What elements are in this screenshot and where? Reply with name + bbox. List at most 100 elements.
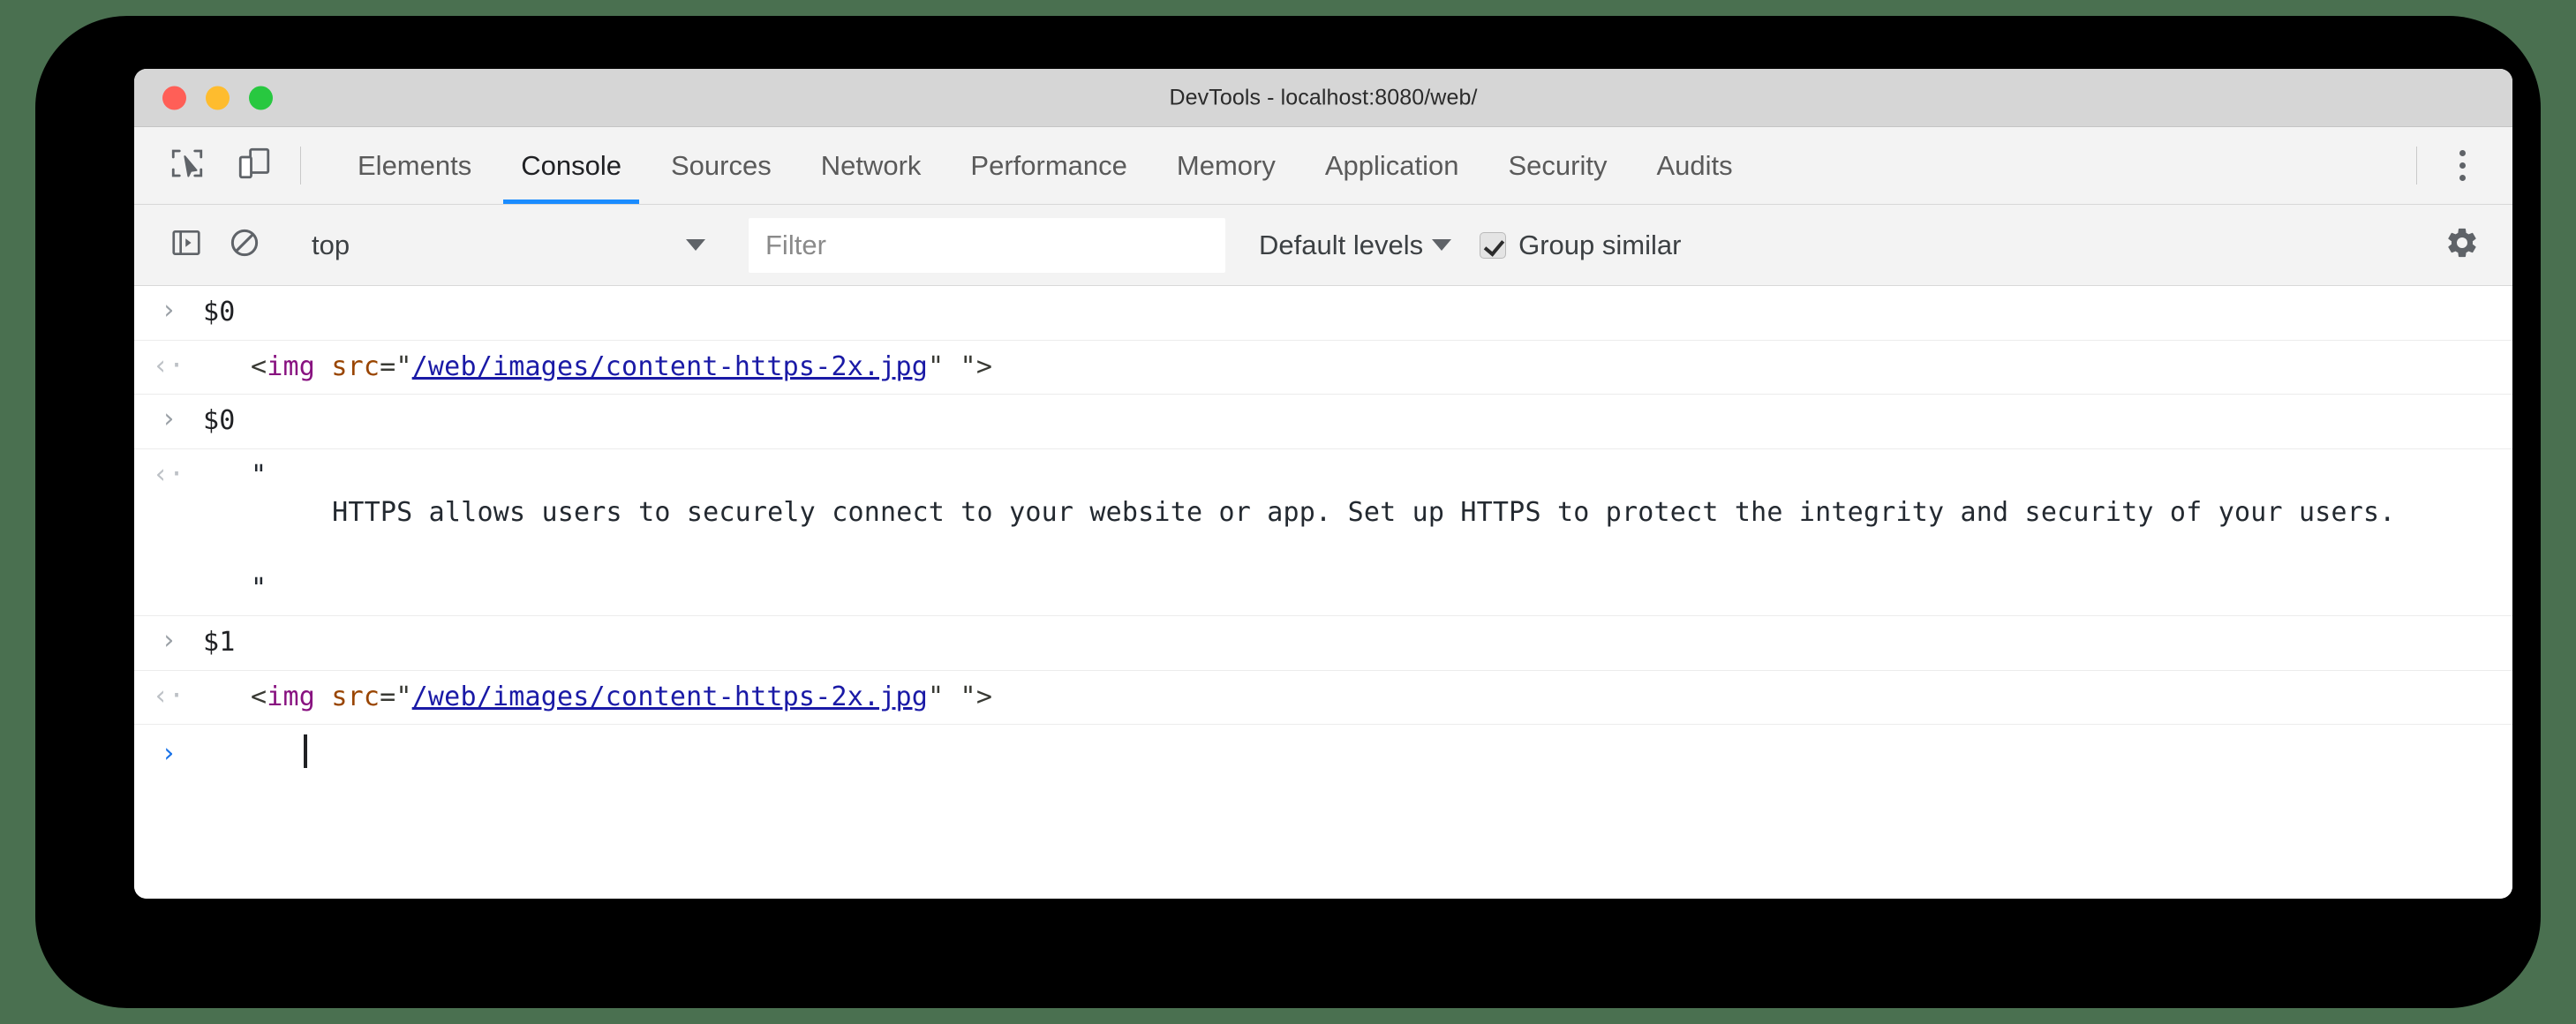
tab-label: Performance — [970, 149, 1127, 181]
tab-security[interactable]: Security — [1484, 127, 1632, 204]
console-input-row[interactable]: › $0 — [134, 286, 2512, 341]
html-space — [315, 681, 331, 712]
devtools-window: DevTools - localhost:8080/web/ Elements … — [134, 69, 2512, 899]
console-row-gutter: › — [134, 624, 203, 657]
log-levels-value: Default levels — [1259, 229, 1424, 260]
html-attr-name: src — [331, 681, 380, 712]
console-output-row[interactable]: ‹· " HTTPS allows users to securely conn… — [134, 449, 2512, 617]
input-chevron-icon: › — [160, 295, 177, 326]
tab-performance[interactable]: Performance — [945, 127, 1151, 204]
chevron-down-icon — [1432, 239, 1452, 251]
more-options-icon — [2459, 150, 2466, 181]
group-similar-label: Group similar — [1518, 229, 1682, 260]
output-chevron-icon: ‹· — [152, 458, 185, 490]
console-output-html: <img src="/web/images/content-https-2x.j… — [203, 349, 2512, 387]
html-end-bracket: > — [975, 681, 993, 712]
tab-network[interactable]: Network — [796, 127, 946, 204]
gear-icon — [2444, 225, 2480, 265]
console-output-string: " HTTPS allows users to securely connect… — [203, 457, 2512, 607]
tab-label: Memory — [1176, 149, 1276, 181]
html-attr-name: src — [331, 350, 380, 382]
more-options-button[interactable] — [2429, 127, 2495, 204]
tab-label: Security — [1508, 149, 1608, 181]
html-open-bracket: < — [251, 350, 267, 382]
checkbox-checked-icon — [1480, 231, 1507, 259]
html-attr-close-quote: " — [928, 681, 945, 712]
devtools-tab-bar: Elements Console Sources Network Perform… — [134, 127, 2512, 205]
tab-label: Console — [521, 149, 621, 181]
console-input-row[interactable]: › $0 — [134, 395, 2512, 449]
toggle-device-toolbar-icon — [236, 145, 273, 186]
tab-label: Sources — [670, 149, 772, 181]
inspect-element-icon — [169, 145, 206, 186]
console-toolbar: top Default levels Group similar — [134, 205, 2512, 286]
tab-label: Application — [1324, 149, 1459, 181]
toolbar-divider — [300, 147, 301, 184]
html-open-bracket: < — [251, 681, 267, 712]
input-chevron-icon: › — [160, 625, 177, 657]
window-title: DevTools - localhost:8080/web/ — [1169, 85, 1478, 109]
tab-elements[interactable]: Elements — [333, 127, 496, 204]
console-input-row[interactable]: › $1 — [134, 616, 2512, 671]
html-attr-eq: =" — [380, 350, 412, 382]
console-message-list[interactable]: › $0 ‹· <img src="/web/images/content-ht… — [134, 286, 2512, 899]
toggle-device-toolbar-button[interactable] — [221, 127, 288, 204]
panel-tabs: Elements Console Sources Network Perform… — [333, 127, 1758, 204]
tab-sources[interactable]: Sources — [646, 127, 796, 204]
console-row-gutter: ‹· — [134, 457, 203, 490]
html-attr-link[interactable]: /web/images/content-https-2x.jpg — [412, 351, 928, 382]
text-cursor — [304, 734, 307, 769]
settings-button[interactable] — [2433, 216, 2491, 275]
group-similar-checkbox[interactable]: Group similar — [1480, 230, 1681, 261]
html-space — [315, 351, 331, 382]
output-chevron-icon: ‹· — [152, 350, 185, 381]
filter-input[interactable] — [749, 217, 1225, 273]
tab-application[interactable]: Application — [1300, 127, 1484, 204]
tab-console[interactable]: Console — [496, 127, 646, 204]
html-tag-name: img — [267, 350, 316, 382]
chevron-down-icon — [686, 239, 705, 251]
clear-console-button[interactable] — [215, 216, 274, 275]
console-row-gutter: › — [134, 294, 203, 326]
tab-label: Audits — [1656, 149, 1733, 181]
html-end-bracket: > — [975, 350, 993, 382]
tab-bar-right-group — [2404, 127, 2512, 204]
console-sidebar-icon — [169, 226, 203, 264]
tab-audits[interactable]: Audits — [1631, 127, 1757, 204]
inspect-element-button[interactable] — [154, 127, 221, 204]
html-trailing: " — [944, 350, 976, 382]
console-sidebar-button[interactable] — [157, 216, 215, 275]
input-chevron-icon: › — [160, 403, 177, 435]
console-output-html: <img src="/web/images/content-https-2x.j… — [203, 679, 2512, 717]
execution-context-value: top — [312, 229, 350, 260]
html-attr-link[interactable]: /web/images/content-https-2x.jpg — [412, 681, 928, 712]
html-trailing: " — [944, 681, 976, 712]
console-row-gutter: › — [134, 737, 203, 770]
clear-console-icon — [228, 226, 261, 264]
console-output-row[interactable]: ‹· <img src="/web/images/content-https-2… — [134, 671, 2512, 726]
console-row-gutter: ‹· — [134, 679, 203, 712]
execution-context-selector[interactable]: top — [296, 216, 719, 275]
html-tag-name: img — [267, 681, 316, 712]
window-title-bar: DevTools - localhost:8080/web/ — [134, 69, 2512, 127]
console-row-gutter: ‹· — [134, 349, 203, 381]
string-body: HTTPS allows users to securely connect t… — [203, 497, 2396, 529]
console-input-text: $0 — [203, 297, 236, 328]
html-attr-eq: =" — [380, 681, 412, 712]
console-row-gutter: › — [134, 403, 203, 435]
console-prompt-row[interactable]: › — [134, 725, 2512, 778]
string-close-quote: " — [251, 572, 267, 604]
console-output-row[interactable]: ‹· <img src="/web/images/content-https-2… — [134, 341, 2512, 395]
console-input-text: $0 — [203, 405, 236, 437]
log-levels-selector[interactable]: Default levels — [1247, 216, 1464, 275]
console-input-text: $1 — [203, 627, 236, 659]
tab-label: Network — [820, 149, 922, 181]
device-frame: DevTools - localhost:8080/web/ Elements … — [35, 16, 2541, 1008]
string-open-quote: " — [251, 459, 267, 491]
tab-label: Elements — [358, 149, 472, 181]
output-chevron-icon: ‹· — [152, 680, 185, 712]
html-attr-close-quote: " — [928, 350, 945, 382]
prompt-chevron-icon: › — [160, 738, 177, 770]
tab-memory[interactable]: Memory — [1152, 127, 1300, 204]
toolbar-divider — [2416, 147, 2417, 184]
